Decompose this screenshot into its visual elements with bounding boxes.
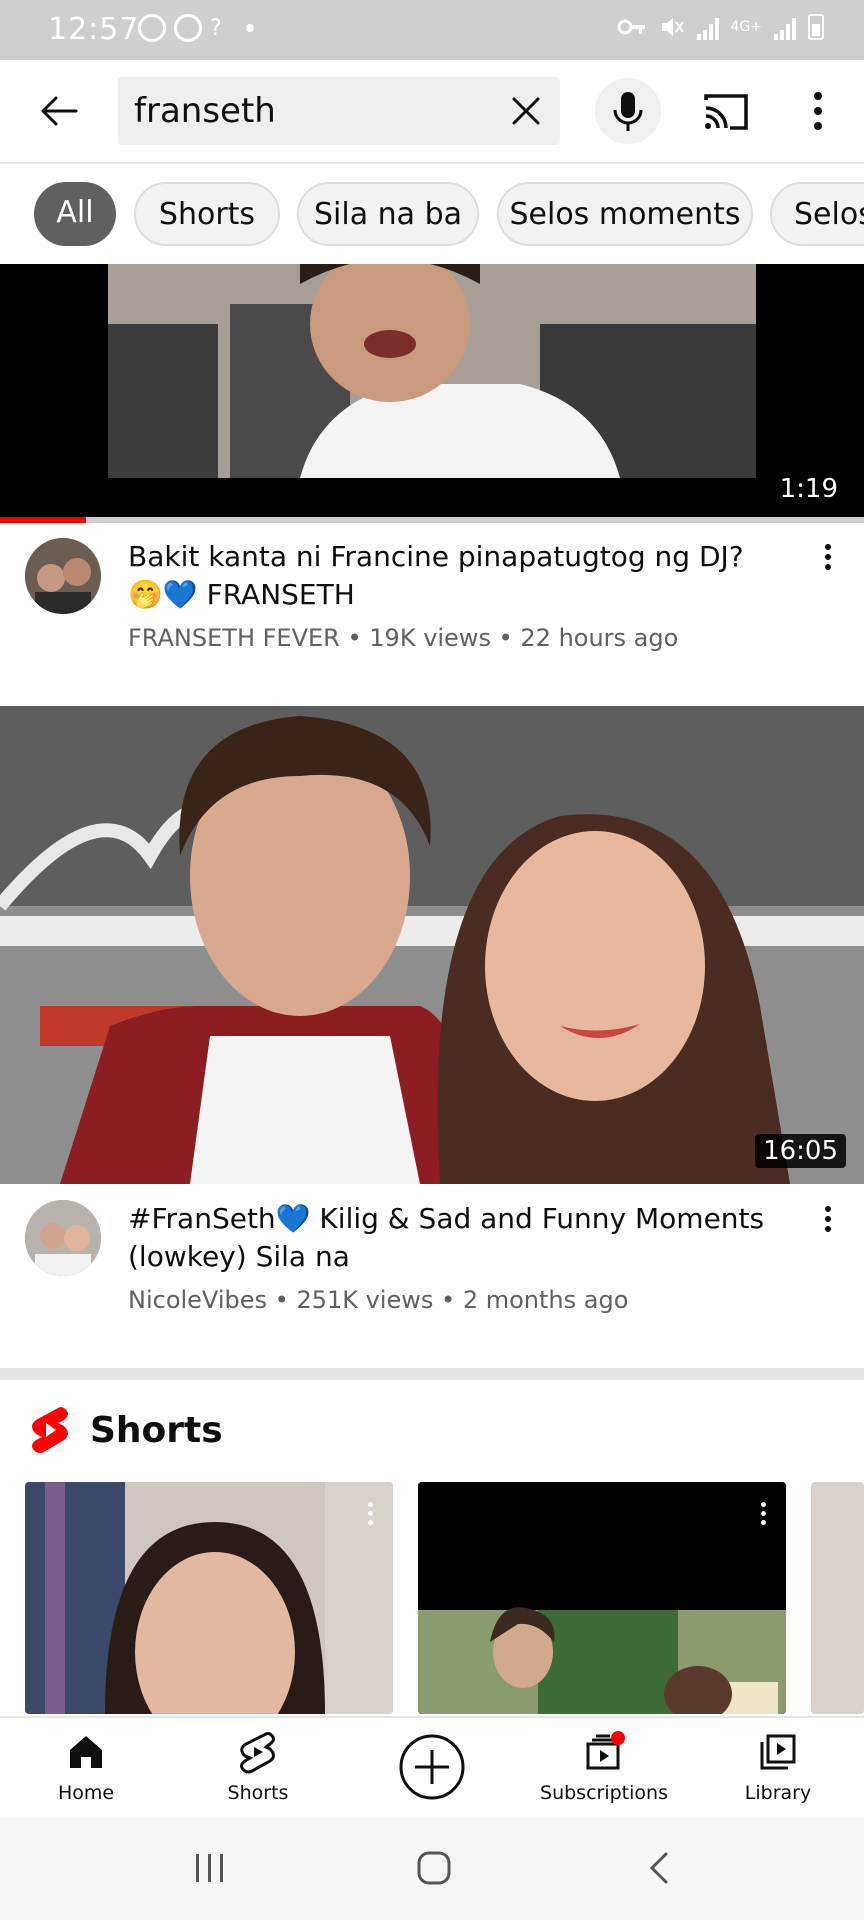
mic-icon: [613, 92, 643, 131]
channel-avatar[interactable]: [25, 1200, 101, 1276]
video-thumbnail-1[interactable]: 1:19: [0, 264, 864, 522]
back-arrow-icon[interactable]: [34, 86, 84, 136]
shorts-icon: [240, 1732, 275, 1774]
channel-avatar[interactable]: [25, 538, 101, 614]
home-icon: [70, 1736, 102, 1768]
nav-subscriptions-label: Subscriptions: [540, 1782, 668, 1804]
cast-icon[interactable]: [702, 90, 750, 132]
shorts-logo-icon: [32, 1407, 68, 1453]
filter-chips: All Shorts Sila na ba Selos moments Selo…: [0, 164, 864, 264]
short-thumbnail: [418, 1482, 786, 1714]
home-system-icon[interactable]: [414, 1848, 454, 1888]
video-menu-icon[interactable]: [818, 540, 838, 584]
short-card-3[interactable]: [811, 1482, 864, 1714]
thumbnail-image: [0, 706, 864, 1184]
short-thumbnail: [25, 1482, 393, 1714]
notification-icon: [138, 14, 166, 42]
video-metadata: NicoleVibes • 251K views • 2 months ago: [128, 1286, 628, 1314]
short-card-2[interactable]: [418, 1482, 786, 1714]
view-count: 19K views: [369, 624, 491, 652]
chip-shorts[interactable]: Shorts: [134, 182, 280, 246]
bottom-navigation: Home Shorts Subscriptions Library: [0, 1716, 864, 1818]
mute-icon: [661, 18, 684, 36]
chip-sila-na-ba[interactable]: Sila na ba: [297, 182, 479, 246]
video-thumbnail-2[interactable]: 16:05: [0, 706, 864, 1184]
vpn-key-icon: [617, 19, 645, 35]
short-card-1[interactable]: [25, 1482, 393, 1714]
search-query[interactable]: franseth: [134, 91, 276, 131]
signal-icon: [696, 14, 719, 40]
watch-progress-fill: [0, 517, 87, 523]
meta-separator: •: [441, 1286, 463, 1314]
shorts-section-title: Shorts: [90, 1409, 223, 1451]
signal-question-icon: ?: [210, 15, 222, 41]
meta-separator: •: [274, 1286, 297, 1314]
nav-create[interactable]: [362, 1732, 502, 1806]
search-header: franseth: [0, 60, 864, 164]
meta-separator: •: [498, 624, 521, 652]
short-menu-icon[interactable]: [363, 1498, 377, 1529]
short-menu-icon[interactable]: [756, 1498, 770, 1529]
battery-icon: [808, 14, 824, 40]
video-title[interactable]: Bakit kanta ni Francine pinapatugtog ng …: [128, 538, 768, 614]
settings-status-icon: [174, 14, 202, 42]
thumbnail-image: [108, 264, 756, 478]
nav-home-label: Home: [57, 1782, 115, 1804]
video-menu-icon[interactable]: [818, 1202, 838, 1246]
chip-selos-moments[interactable]: Selos moments: [497, 182, 753, 246]
view-count: 251K views: [296, 1286, 434, 1314]
video-duration: 16:05: [755, 1134, 846, 1168]
signal-icon-2: [774, 14, 796, 40]
nav-shorts[interactable]: Shorts: [188, 1730, 328, 1804]
voice-search-button[interactable]: [595, 78, 661, 144]
chip-all[interactable]: All: [34, 182, 116, 246]
shorts-section-header: Shorts: [30, 1406, 223, 1454]
nav-shorts-label: Shorts: [227, 1782, 289, 1804]
upload-age: 22 hours ago: [520, 624, 679, 652]
library-icon: [760, 1734, 796, 1770]
recent-apps-icon[interactable]: [192, 1848, 228, 1888]
section-divider: [0, 1368, 864, 1380]
notification-dot-icon: [245, 24, 254, 32]
subscriptions-icon: [586, 1731, 625, 1770]
nav-subscriptions[interactable]: Subscriptions: [534, 1730, 674, 1804]
watch-progress-track: [0, 517, 864, 523]
search-input[interactable]: franseth: [118, 77, 560, 145]
upload-age: 2 months ago: [462, 1286, 629, 1314]
more-options-icon[interactable]: [800, 88, 836, 134]
nav-library-label: Library: [744, 1782, 812, 1804]
back-system-icon[interactable]: [644, 1848, 674, 1888]
nav-library[interactable]: Library: [708, 1730, 848, 1804]
clear-search-icon[interactable]: [506, 91, 546, 131]
status-time: 12:57: [48, 12, 140, 47]
chip-selos[interactable]: Selos: [770, 182, 864, 246]
channel-name[interactable]: NicoleVibes: [128, 1286, 267, 1314]
meta-separator: •: [347, 624, 370, 652]
status-bar: 12:57 ? 4G+: [0, 0, 864, 60]
video-metadata: FRANSETH FEVER • 19K views • 22 hours ag…: [128, 624, 678, 652]
network-type: 4G+: [730, 19, 763, 35]
video-title[interactable]: #FranSeth💙 Kilig & Sad and Funny Moments…: [128, 1200, 768, 1276]
channel-name[interactable]: FRANSETH FEVER: [128, 624, 340, 652]
system-navigation-bar: [0, 1818, 864, 1920]
create-icon: [399, 1734, 465, 1800]
video-duration: 1:19: [771, 472, 846, 506]
nav-home[interactable]: Home: [16, 1730, 156, 1804]
